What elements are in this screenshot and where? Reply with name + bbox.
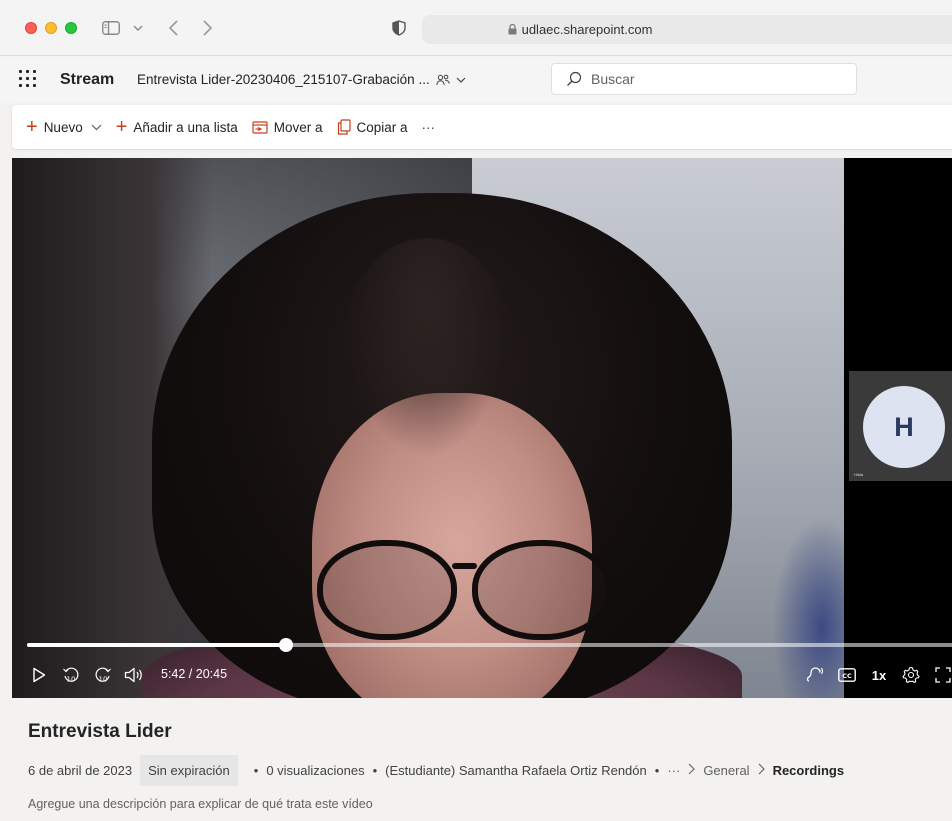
svg-text:CC: CC (842, 672, 852, 680)
sidebar-toggle-icon[interactable] (100, 14, 122, 42)
app-launcher-icon[interactable] (19, 70, 37, 88)
forward-10-button[interactable]: 10 (90, 660, 116, 690)
more-options-icon: ··· (421, 119, 436, 135)
browser-titlebar: udlaec.sharepoint.com (0, 0, 952, 56)
video-player[interactable]: H Hilda 10 10 5:42 / 20:45 CC 1x (12, 158, 952, 698)
close-window-button[interactable] (25, 22, 37, 34)
settings-button[interactable] (898, 660, 924, 690)
participant-name: Hilda (854, 472, 864, 477)
view-count: 0 visualizaciones (266, 762, 365, 778)
description-prompt[interactable]: Agregue una descripción para explicar de… (28, 797, 373, 811)
svg-text:10: 10 (67, 676, 76, 684)
fullscreen-button[interactable] (930, 660, 952, 690)
gear-icon (902, 666, 920, 683)
document-title[interactable]: Entrevista Lider-20230406_215107-Grabaci… (137, 72, 466, 87)
fullscreen-icon (935, 667, 951, 683)
rewind-10-icon: 10 (63, 667, 79, 684)
forward-10-icon: 10 (95, 667, 111, 684)
app-name[interactable]: Stream (60, 71, 114, 89)
move-folder-icon (252, 121, 268, 134)
rewind-10-button[interactable]: 10 (58, 660, 84, 690)
playback-speed-button[interactable]: 1x (866, 660, 892, 690)
seek-bar[interactable] (27, 638, 952, 652)
search-box[interactable]: Buscar (551, 63, 857, 95)
copy-icon (337, 119, 351, 135)
breadcrumb-more[interactable]: ··· (667, 763, 680, 778)
audio-description-button[interactable] (802, 660, 828, 690)
chevron-down-icon (456, 77, 466, 83)
svg-text:10: 10 (99, 676, 108, 684)
move-to-label: Mover a (273, 119, 323, 135)
more-options-button[interactable]: ··· (422, 120, 436, 135)
player-controls: 10 10 5:42 / 20:45 CC 1x (12, 660, 952, 690)
seek-bar-thumb[interactable] (278, 638, 293, 652)
command-bar: + Nuevo + Añadir a una lista Mover a Cop… (12, 105, 952, 149)
privacy-shield-icon[interactable] (388, 14, 410, 42)
move-to-button[interactable]: Mover a (252, 120, 323, 135)
playback-time: 5:42 / 20:45 (161, 667, 228, 681)
lock-icon (508, 24, 517, 35)
video-frame[interactable] (12, 158, 844, 698)
expiration-badge[interactable]: Sin expiración (140, 754, 238, 786)
new-button[interactable]: + Nuevo (26, 117, 102, 137)
play-button[interactable] (26, 660, 52, 690)
seek-bar-played (27, 643, 286, 647)
chevron-right-icon (758, 763, 765, 778)
chevron-down-icon[interactable] (131, 14, 145, 42)
forward-icon[interactable] (197, 14, 217, 42)
video-title: Entrevista Lider (28, 721, 172, 742)
new-label: Nuevo (43, 119, 83, 135)
minimize-window-button[interactable] (45, 22, 57, 34)
chevron-down-icon (91, 124, 102, 130)
search-placeholder: Buscar (591, 71, 635, 87)
volume-button[interactable] (121, 660, 147, 690)
search-icon (567, 71, 582, 86)
back-icon[interactable] (163, 14, 183, 42)
video-date: 6 de abril de 2023 (28, 762, 133, 778)
plus-icon: + (115, 116, 128, 138)
breadcrumb-general[interactable]: General (703, 763, 749, 778)
captions-icon: CC (838, 668, 856, 682)
plus-icon: + (26, 116, 38, 138)
participant-tile: H Hilda (849, 371, 952, 481)
add-to-list-label: Añadir a una lista (133, 119, 238, 135)
url-text: udlaec.sharepoint.com (521, 22, 653, 37)
breadcrumb-recordings[interactable]: Recordings (773, 763, 845, 778)
participant-avatar: H (863, 386, 945, 468)
address-bar[interactable]: udlaec.sharepoint.com (422, 15, 952, 44)
speaker-icon (124, 667, 142, 683)
video-metadata: 6 de abril de 2023 Sin expiración • 0 vi… (28, 754, 844, 786)
copy-to-label: Copiar a (356, 119, 408, 135)
play-icon (33, 667, 46, 683)
add-to-list-button[interactable]: + Añadir a una lista (116, 117, 238, 137)
captions-button[interactable]: CC (834, 660, 860, 690)
copy-to-button[interactable]: Copiar a (337, 119, 408, 135)
audio-description-icon (806, 667, 824, 682)
zoom-window-button[interactable] (65, 22, 77, 34)
app-header: Stream Entrevista Lider-20230406_215107-… (0, 57, 952, 103)
chevron-right-icon (688, 763, 696, 778)
people-icon (436, 74, 450, 85)
video-owner[interactable]: (Estudiante) Samantha Rafaela Ortiz Rend… (385, 763, 647, 778)
document-title-text: Entrevista Lider-20230406_215107-Grabaci… (137, 72, 430, 87)
